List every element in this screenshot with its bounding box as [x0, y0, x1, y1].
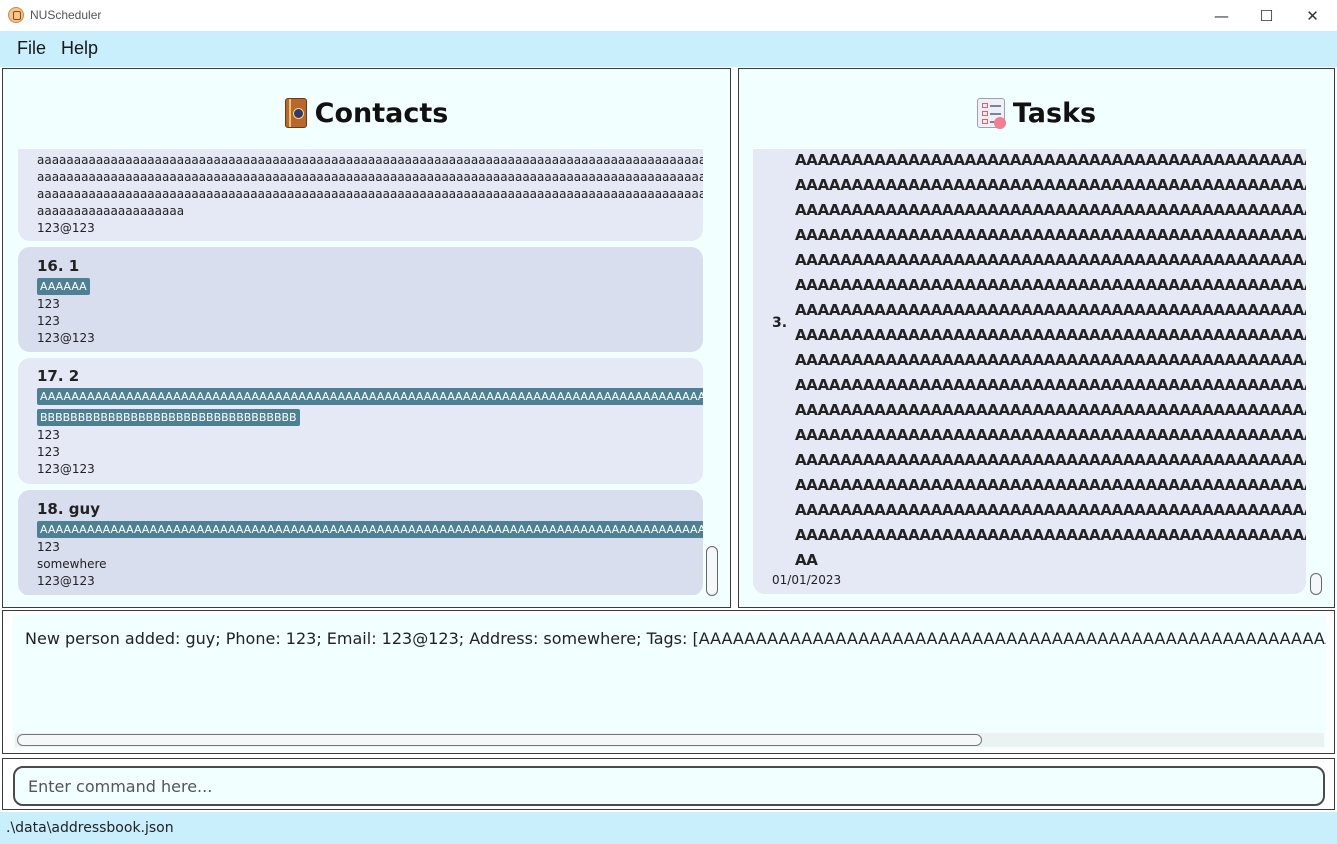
contact-name: 17. 2 — [37, 367, 80, 385]
contact-card[interactable]: 18. guy AAAAAAAAAAAAAAAAAAAAAAAAAAAAAAAA… — [18, 490, 703, 595]
contact-address-line: aaaaaaaaaaaaaaaaaaaaaaaaaaaaaaaaaaaaaaaa… — [37, 187, 703, 201]
tasks-title: Tasks — [1012, 97, 1097, 129]
command-input[interactable] — [13, 766, 1325, 806]
contact-email: 123@123 — [37, 221, 95, 235]
task-description-line: AAAAAAAAAAAAAAAAAAAAAAAAAAAAAAAAAAAAAAAA… — [795, 326, 1306, 344]
task-description-line: AAAAAAAAAAAAAAAAAAAAAAAAAAAAAAAAAAAAAAAA… — [795, 526, 1306, 544]
contact-tag: AAAAAA — [37, 278, 90, 295]
contact-tag: AAAAAAAAAAAAAAAAAAAAAAAAAAAAAAAAAAAAAAAA… — [37, 521, 703, 538]
task-index: 3. — [772, 315, 788, 331]
contact-name: 16. 1 — [37, 257, 80, 275]
contacts-list[interactable]: aaaaaaaaaaaaaaaaaaaaaaaaaaaaaaaaaaaaaaaa… — [15, 149, 705, 595]
maximize-button[interactable]: ☐ — [1244, 0, 1289, 31]
task-description-line: AAAAAAAAAAAAAAAAAAAAAAAAAAAAAAAAAAAAAAAA… — [795, 201, 1306, 219]
contact-email: 123@123 — [37, 462, 95, 476]
task-description-line: AAAAAAAAAAAAAAAAAAAAAAAAAAAAAAAAAAAAAAAA… — [795, 226, 1306, 244]
menu-help[interactable]: Help — [61, 38, 98, 59]
result-message: New person added: guy; Phone: 123; Email… — [25, 629, 1326, 648]
task-description-line: AAAAAAAAAAAAAAAAAAAAAAAAAAAAAAAAAAAAAAAA… — [795, 351, 1306, 369]
contacts-scrollbar-thumb[interactable] — [706, 546, 718, 596]
task-description-line: AAAAAAAAAAAAAAAAAAAAAAAAAAAAAAAAAAAAAAAA… — [795, 176, 1306, 194]
result-horizontal-scrollbar[interactable] — [15, 733, 1324, 747]
contacts-header: Contacts — [15, 77, 718, 149]
contact-phone: 123 — [37, 428, 60, 442]
menu-bar: File Help — [0, 31, 1337, 67]
task-description-line: AAAAAAAAAAAAAAAAAAAAAAAAAAAAAAAAAAAAAAAA… — [795, 426, 1306, 444]
task-description-line: AA — [795, 551, 818, 569]
command-box — [2, 758, 1335, 810]
contact-tag: BBBBBBBBBBBBBBBBBBBBBBBBBBBBBBBBBB — [37, 409, 300, 426]
contact-email: 123@123 — [37, 574, 95, 588]
tasks-header: Tasks — [751, 77, 1322, 149]
contact-card[interactable]: aaaaaaaaaaaaaaaaaaaaaaaaaaaaaaaaaaaaaaaa… — [18, 149, 703, 241]
task-date: 01/01/2023 — [772, 573, 842, 587]
task-description-line: AAAAAAAAAAAAAAAAAAAAAAAAAAAAAAAAAAAAAAAA… — [795, 301, 1306, 319]
status-bar: .\data\addressbook.json — [0, 812, 1337, 844]
contact-address: 123 — [37, 445, 60, 459]
contact-address-line: aaaaaaaaaaaaaaaaaaaaaaaaaaaaaaaaaaaaaaaa… — [37, 153, 703, 167]
task-description-line: AAAAAAAAAAAAAAAAAAAAAAAAAAAAAAAAAAAAAAAA… — [795, 476, 1306, 494]
contact-phone: 123 — [37, 540, 60, 554]
window-title: NUScheduler — [30, 8, 102, 22]
contact-name: 18. guy — [37, 500, 100, 518]
contact-address-line: aaaaaaaaaaaaaaaaaaaaaaaaaaaaaaaaaaaaaaaa… — [37, 170, 703, 184]
save-location: .\data\addressbook.json — [6, 820, 174, 836]
contact-address: 123 — [37, 314, 60, 328]
task-description-line: AAAAAAAAAAAAAAAAAAAAAAAAAAAAAAAAAAAAAAAA… — [795, 276, 1306, 294]
result-scrollbar-thumb[interactable] — [17, 734, 982, 746]
task-description-line: AAAAAAAAAAAAAAAAAAAAAAAAAAAAAAAAAAAAAAAA… — [795, 376, 1306, 394]
contact-address-line: aaaaaaaaaaaaaaaaaaaa — [37, 204, 185, 218]
task-list-icon — [976, 98, 1006, 129]
contact-address: somewhere — [37, 557, 107, 571]
contact-phone: 123 — [37, 297, 60, 311]
task-card[interactable]: 3. AAAAAAAAAAAAAAAAAAAAAAAAAAAAAAAAAAAAA… — [753, 149, 1306, 594]
contacts-scrollbar[interactable] — [705, 149, 719, 597]
title-bar: NUScheduler — ☐ ✕ — [0, 0, 1337, 32]
task-description-line: AAAAAAAAAAAAAAAAAAAAAAAAAAAAAAAAAAAAAAAA… — [795, 401, 1306, 419]
contact-tag: AAAAAAAAAAAAAAAAAAAAAAAAAAAAAAAAAAAAAAAA… — [37, 388, 703, 405]
close-button[interactable]: ✕ — [1290, 0, 1335, 31]
address-book-icon — [284, 98, 307, 128]
tasks-panel: Tasks 3. AAAAAAAAAAAAAAAAAAAAAAAAAAAAAAA… — [738, 68, 1335, 608]
task-description-line: AAAAAAAAAAAAAAAAAAAAAAAAAAAAAAAAAAAAAAAA… — [795, 251, 1306, 269]
contacts-title: Contacts — [314, 97, 449, 129]
task-description-line: AAAAAAAAAAAAAAAAAAAAAAAAAAAAAAAAAAAAAAAA… — [795, 451, 1306, 469]
contacts-panel: Contacts aaaaaaaaaaaaaaaaaaaaaaaaaaaaaaa… — [2, 68, 731, 608]
contact-email: 123@123 — [37, 331, 95, 345]
task-description-line: AAAAAAAAAAAAAAAAAAAAAAAAAAAAAAAAAAAAAAAA… — [795, 151, 1306, 169]
menu-file[interactable]: File — [17, 38, 46, 59]
tasks-list[interactable]: 3. AAAAAAAAAAAAAAAAAAAAAAAAAAAAAAAAAAAAA… — [751, 149, 1307, 595]
result-display: New person added: guy; Phone: 123; Email… — [2, 610, 1335, 754]
task-description-line: AAAAAAAAAAAAAAAAAAAAAAAAAAAAAAAAAAAAAAAA… — [795, 501, 1306, 519]
contact-card[interactable]: 17. 2 AAAAAAAAAAAAAAAAAAAAAAAAAAAAAAAAAA… — [18, 358, 703, 484]
contact-card[interactable]: 16. 1 AAAAAA 123 123 123@123 — [18, 247, 703, 352]
app-icon — [8, 7, 24, 23]
minimize-button[interactable]: — — [1199, 0, 1244, 31]
tasks-scrollbar[interactable] — [1309, 149, 1323, 597]
tasks-scrollbar-thumb[interactable] — [1310, 573, 1322, 595]
result-text-area[interactable]: New person added: guy; Phone: 123; Email… — [13, 615, 1326, 749]
